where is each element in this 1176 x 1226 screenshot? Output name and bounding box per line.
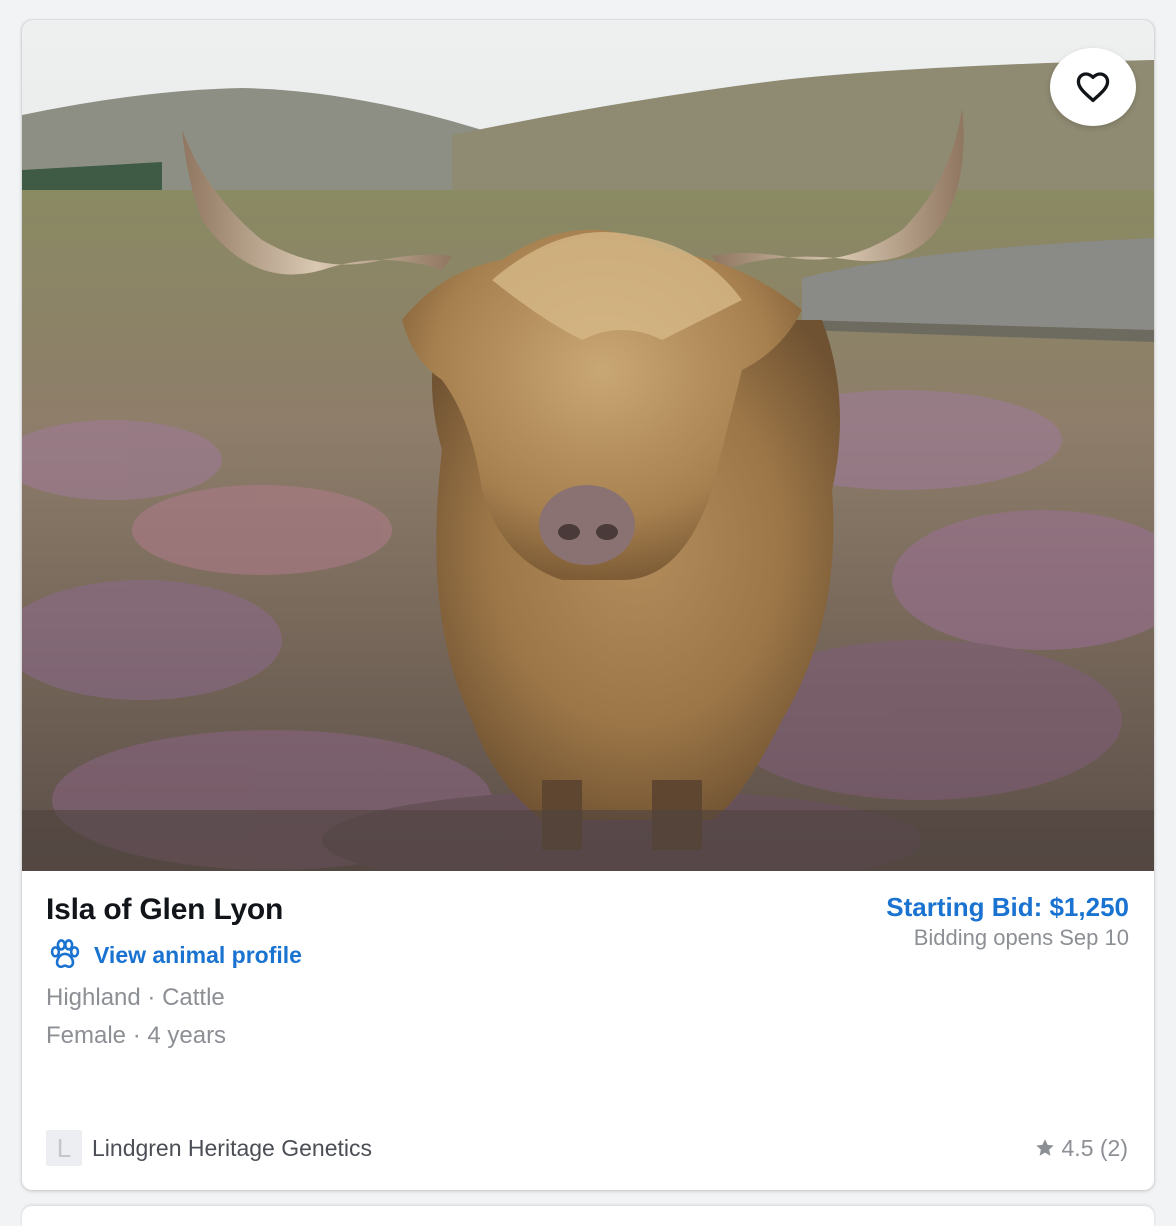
seller-name[interactable]: Lindgren Heritage Genetics — [92, 1135, 372, 1162]
heart-outline-icon — [1076, 72, 1110, 103]
animal-name: Isla of Glen Lyon — [46, 893, 284, 926]
breed-species: Highland · Cattle — [46, 984, 225, 1011]
bidding-opens: Bidding opens Sep 10 — [913, 925, 1129, 950]
view-animal-profile-link[interactable]: View animal profile — [48, 938, 302, 972]
seller-avatar: L — [46, 1130, 82, 1166]
favorite-button[interactable] — [1050, 48, 1136, 126]
sex-age: Female · 4 years — [46, 1022, 227, 1049]
star-icon — [1035, 1139, 1054, 1156]
seller-rating: 4.5 (2) — [1034, 1130, 1128, 1166]
paw-icon — [50, 939, 80, 969]
animal-photo[interactable] — [22, 20, 1154, 871]
profile-link-label[interactable]: View animal profile — [94, 942, 302, 969]
rating-value: 4.5 (2) — [1061, 1134, 1128, 1161]
bid-info: Starting Bid: $1,250 Bidding opens Sep 1… — [886, 892, 1129, 951]
next-listing-card-edge — [22, 1206, 1154, 1226]
animal-photo-illustration — [22, 20, 1154, 871]
seller-info[interactable]: L Lindgren Heritage Genetics — [46, 1130, 372, 1166]
listing-card[interactable]: Isla of Glen Lyon View animal profile Hi… — [22, 20, 1154, 1190]
starting-bid: Starting Bid: $1,250 — [886, 892, 1129, 922]
